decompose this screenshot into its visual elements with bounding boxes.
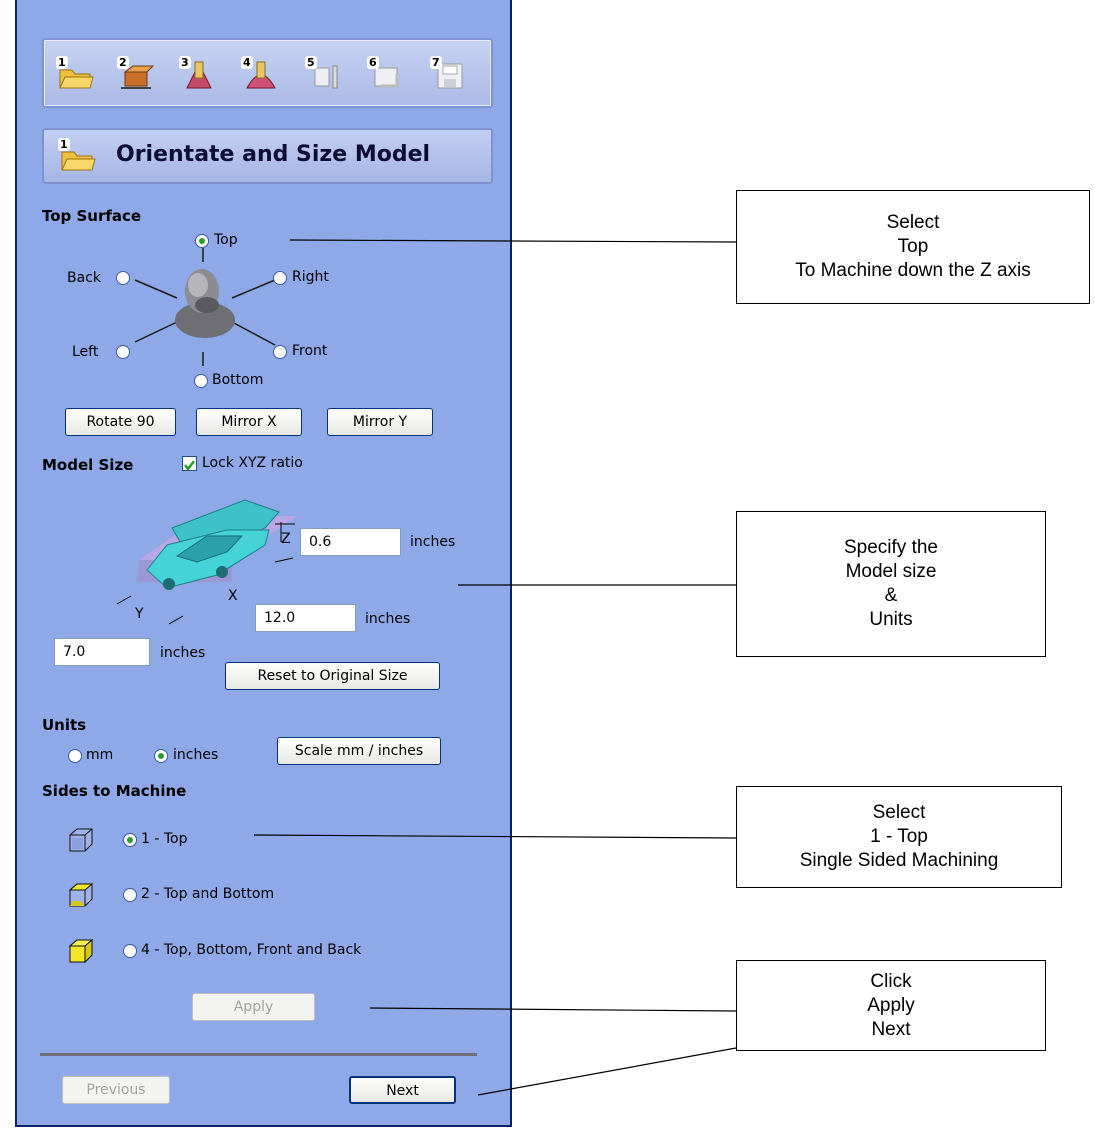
annotation-sides: Select 1 - Top Single Sided Machining — [736, 786, 1062, 888]
annotation-line: 1 - Top — [870, 826, 928, 847]
annotation-line: Specify the — [844, 537, 938, 558]
annotation-line: To Machine down the Z axis — [795, 260, 1031, 281]
annotation-model-size: Specify the Model size & Units — [736, 511, 1046, 657]
annotation-line: & — [884, 585, 898, 606]
annotation-line: Select — [886, 212, 940, 233]
annotation-line: Single Sided Machining — [799, 850, 999, 871]
annotation-line: Click — [870, 970, 912, 992]
annotation-apply-next: Click Apply Next — [736, 960, 1046, 1051]
annotation-line: Next — [871, 1018, 911, 1040]
annotation-line: Select — [872, 802, 926, 823]
annotation-line: Units — [869, 609, 913, 630]
annotation-line: Top — [897, 236, 929, 257]
annotation-line: Model size — [845, 561, 937, 582]
annotation-line: Apply — [867, 994, 915, 1016]
annotation-select-top: Select Top To Machine down the Z axis — [736, 190, 1090, 304]
